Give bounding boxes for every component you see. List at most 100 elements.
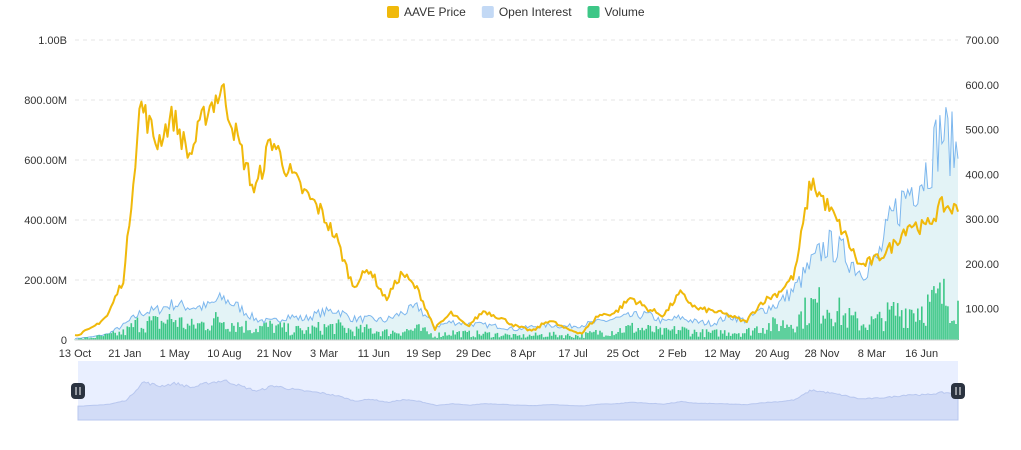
x-tick-label: 8 Apr xyxy=(510,348,536,360)
navigator-right-handle[interactable] xyxy=(951,383,965,399)
volume-bar xyxy=(939,282,941,340)
volume-bar xyxy=(295,326,298,340)
volume-bar xyxy=(211,325,213,340)
volume-bar xyxy=(846,327,849,340)
volume-bar xyxy=(657,329,660,340)
handle-body[interactable] xyxy=(71,383,85,399)
volume-bar xyxy=(504,333,507,340)
volume-bar xyxy=(384,329,386,340)
navigator-left-handle[interactable] xyxy=(71,383,85,399)
volume-bar xyxy=(247,330,249,340)
volume-bar xyxy=(482,333,485,340)
volume-bar xyxy=(836,311,839,340)
volume-bar xyxy=(900,310,903,340)
volume-bar xyxy=(868,324,871,340)
volume-bar xyxy=(307,326,310,340)
volume-bar xyxy=(856,318,859,340)
volume-bar xyxy=(217,316,219,340)
volume-bar xyxy=(567,333,569,340)
volume-bar xyxy=(554,334,557,340)
handle-body[interactable] xyxy=(951,383,965,399)
volume-bar xyxy=(241,326,243,340)
volume-bar xyxy=(681,326,684,340)
volume-bar xyxy=(593,331,595,340)
volume-bar xyxy=(585,332,587,340)
x-axis: 13 Oct 21 Jan 1 May 10 Aug 21 Nov 3 Mar 11 Jun… xyxy=(59,339,958,360)
volume-bar xyxy=(267,326,269,340)
volume-bar xyxy=(820,323,822,340)
volume-bar xyxy=(844,313,847,340)
volume-bar xyxy=(802,328,804,340)
y-right-tick-label: 300.00 xyxy=(965,214,999,226)
volume-bar xyxy=(621,332,623,340)
volume-bar xyxy=(639,330,641,340)
volume-bar xyxy=(150,320,153,340)
volume-bar xyxy=(277,324,279,340)
volume-bar xyxy=(377,331,380,340)
volume-bar xyxy=(219,322,221,340)
x-tick-label: 13 Oct xyxy=(59,348,91,360)
volume-bar xyxy=(886,302,889,340)
volume-bar xyxy=(434,336,436,340)
volume-bar xyxy=(927,294,929,340)
volume-bar xyxy=(367,328,370,340)
volume-bar xyxy=(870,316,873,340)
volume-bar xyxy=(124,335,127,340)
volume-bar xyxy=(184,329,187,340)
volume-bar xyxy=(168,314,171,340)
volume-bar xyxy=(631,322,633,340)
volume-bar xyxy=(408,330,410,340)
volume-bar xyxy=(261,326,263,340)
x-tick-label: 16 Jun xyxy=(905,348,938,360)
volume-bar xyxy=(388,336,390,340)
navigator[interactable] xyxy=(71,361,965,421)
volume-bar xyxy=(633,332,635,340)
volume-bar xyxy=(196,323,199,340)
volume-bar xyxy=(190,318,193,340)
volume-bar xyxy=(454,334,456,340)
volume-bar xyxy=(725,335,728,340)
volume-bar xyxy=(253,332,255,340)
volume-bar xyxy=(424,327,426,340)
volume-bar xyxy=(671,329,674,340)
volume-bar xyxy=(192,324,195,340)
volume-bar xyxy=(591,332,593,340)
volume-bar xyxy=(937,288,939,340)
volume-bar xyxy=(738,333,740,340)
volume-bar xyxy=(488,332,491,340)
volume-bar xyxy=(422,327,424,340)
volume-bar xyxy=(910,309,913,340)
volume-bar xyxy=(293,332,295,340)
volume-bar xyxy=(673,326,676,340)
y-left-tick-label: 200.00M xyxy=(24,275,67,287)
volume-bar xyxy=(625,326,627,340)
volume-bar xyxy=(96,335,98,340)
volume-bar xyxy=(301,330,304,340)
volume-bar xyxy=(824,318,826,340)
volume-bar xyxy=(227,328,229,340)
volume-bar xyxy=(719,330,722,340)
volume-bar xyxy=(339,322,342,340)
volume-bar xyxy=(679,330,682,340)
volume-bar xyxy=(138,332,141,340)
volume-bar xyxy=(186,323,189,340)
volume-bar xyxy=(890,306,893,340)
volume-bar xyxy=(840,325,843,340)
volume-bar xyxy=(369,328,372,340)
volume-bar xyxy=(919,320,921,340)
volume-bar xyxy=(750,335,752,340)
volume-bar xyxy=(386,329,388,340)
volume-bar xyxy=(396,333,398,340)
volume-bar xyxy=(512,334,515,340)
volume-bar xyxy=(452,330,454,340)
volume-bar xyxy=(174,320,177,340)
volume-bar xyxy=(365,324,368,340)
volume-bar xyxy=(398,333,400,340)
volume-bar xyxy=(832,326,835,340)
volume-bar xyxy=(906,328,909,340)
x-tick-label: 29 Dec xyxy=(456,348,491,360)
volume-bar xyxy=(830,318,833,340)
volume-bar xyxy=(599,330,601,340)
volume-bar xyxy=(762,328,764,340)
volume-bar xyxy=(152,316,155,340)
